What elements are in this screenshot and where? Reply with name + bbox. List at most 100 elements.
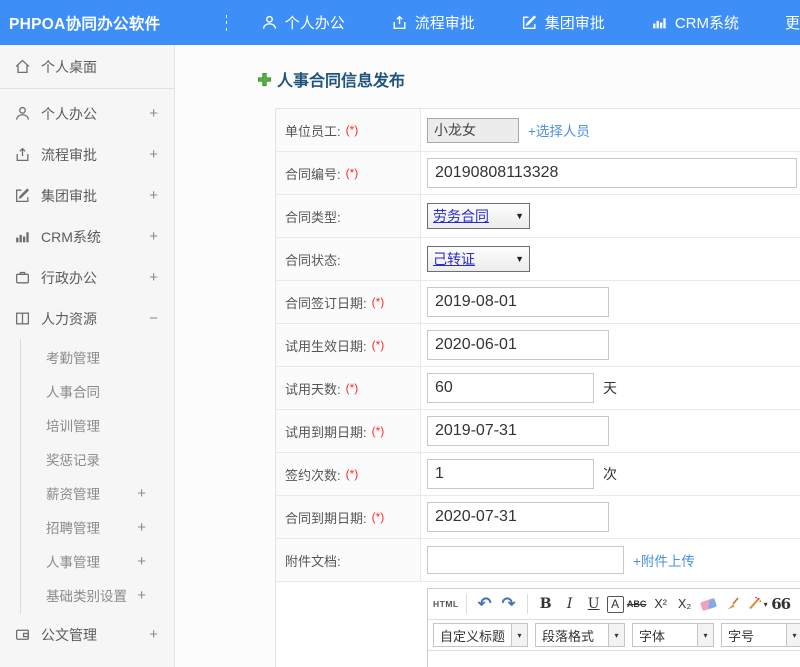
- undo-icon[interactable]: ↶: [474, 592, 496, 616]
- bold-button[interactable]: B: [535, 592, 557, 616]
- field-label: 单位员工:: [285, 121, 341, 140]
- sidebar-item-personal-office[interactable]: 个人办公 +: [0, 93, 174, 134]
- sidebar-item-group-approval[interactable]: 集团审批 +: [0, 175, 174, 216]
- contract-number-input[interactable]: [427, 158, 797, 188]
- subscript-button[interactable]: X₂: [674, 592, 696, 616]
- strikethrough-button[interactable]: ABC: [626, 592, 648, 616]
- chevron-down-icon: ▾: [511, 624, 527, 646]
- eraser-icon[interactable]: [698, 592, 720, 616]
- select-person-link[interactable]: +选择人员: [528, 120, 590, 140]
- expand-icon[interactable]: +: [149, 626, 158, 643]
- sidebar-item-salary[interactable]: 薪资管理+: [21, 476, 174, 510]
- chart-icon: [651, 14, 668, 31]
- main-content: 人事合同信息发布 单位员工: (*) +选择人员 合同编号: (*) 合同类型: 劳…: [175, 45, 800, 667]
- form-row: 试用生效日期:(*): [276, 324, 800, 367]
- chart-icon: [14, 228, 31, 245]
- chevron-down-icon: ▾: [697, 624, 713, 646]
- sidebar-item-personnel-contract[interactable]: 人事合同: [21, 374, 174, 408]
- sidebar-item-personal-desktop[interactable]: 个人桌面: [0, 45, 174, 89]
- sidebar-item-training[interactable]: 培训管理: [21, 408, 174, 442]
- form-row: 合同类型: 劳务合同 ▼: [276, 195, 800, 238]
- sign-count-input[interactable]: [427, 459, 594, 489]
- nav-group-approval[interactable]: 集团审批: [521, 12, 605, 33]
- trial-start-date-input[interactable]: [427, 330, 609, 360]
- sidebar-item-recruitment[interactable]: 招聘管理+: [21, 510, 174, 544]
- expand-icon[interactable]: +: [137, 485, 146, 502]
- contract-form: 单位员工: (*) +选择人员 合同编号: (*) 合同类型: 劳务合同 ▼ 合同状…: [275, 108, 800, 667]
- sidebar-item-vehicle-mgmt[interactable]: 用车管理 +: [0, 655, 174, 667]
- expand-icon[interactable]: +: [149, 228, 158, 245]
- nav-crm-system[interactable]: CRM系统: [651, 12, 739, 33]
- user-icon: [14, 105, 31, 122]
- font-color-button[interactable]: A: [607, 596, 624, 613]
- html-source-button[interactable]: HTML: [433, 592, 459, 616]
- expand-icon[interactable]: +: [137, 587, 146, 604]
- process-icon: [14, 146, 31, 163]
- sidebar-item-process-approval[interactable]: 流程审批 +: [0, 134, 174, 175]
- rich-text-editor: HTML ↶ ↷ B I U A ABC X² X₂: [427, 588, 800, 667]
- form-row: 合同到期日期:(*): [276, 496, 800, 539]
- paragraph-format-select[interactable]: 段落格式▾: [535, 623, 625, 647]
- nav-more[interactable]: 更: [785, 12, 800, 33]
- sidebar: 个人桌面 个人办公 + 流程审批 + 集团审批 + CRM系统 + 行政办公 +…: [0, 45, 175, 667]
- blockquote-button[interactable]: 66: [770, 592, 792, 616]
- sidebar-item-base-category[interactable]: 基础类别设置+: [21, 578, 174, 612]
- editor-content-area[interactable]: [428, 651, 800, 667]
- sidebar-item-rewards[interactable]: 奖惩记录: [21, 442, 174, 476]
- sidebar-item-admin-office[interactable]: 行政办公 +: [0, 257, 174, 298]
- chevron-down-icon: ▼: [515, 254, 524, 264]
- sidebar-item-crm[interactable]: CRM系统 +: [0, 216, 174, 257]
- underline-button[interactable]: U: [583, 592, 605, 616]
- expand-icon[interactable]: +: [149, 105, 158, 122]
- required-mark: (*): [372, 295, 385, 309]
- expand-icon[interactable]: +: [149, 269, 158, 286]
- required-mark: (*): [346, 381, 359, 395]
- sign-date-input[interactable]: [427, 287, 609, 317]
- form-row: 合同状态: 己转证 ▼: [276, 238, 800, 281]
- sidebar-item-hr[interactable]: 人力资源 −: [0, 298, 174, 339]
- field-label: 合同签订日期:: [285, 293, 367, 312]
- required-mark: (*): [346, 467, 359, 481]
- attachment-upload-link[interactable]: +附件上传: [633, 550, 695, 570]
- employee-input[interactable]: [427, 118, 519, 143]
- superscript-button[interactable]: X²: [650, 592, 672, 616]
- expand-icon[interactable]: +: [137, 553, 146, 570]
- magic-format-icon[interactable]: ▾: [746, 592, 768, 616]
- contract-end-date-input[interactable]: [427, 502, 609, 532]
- sidebar-item-attendance[interactable]: 考勤管理: [21, 340, 174, 374]
- contract-status-select[interactable]: 己转证 ▼: [427, 246, 530, 272]
- add-icon: [257, 72, 272, 87]
- custom-title-select[interactable]: 自定义标题▾: [433, 623, 528, 647]
- editor-toolbar-2: 自定义标题▾ 段落格式▾ 字体▾ 字号▾: [428, 620, 800, 651]
- expand-icon[interactable]: +: [137, 519, 146, 536]
- required-mark: (*): [372, 338, 385, 352]
- nav-personal-office[interactable]: 个人办公: [261, 12, 345, 33]
- expand-icon[interactable]: +: [149, 187, 158, 204]
- unit-label: 次: [603, 464, 617, 484]
- nav-process-approval[interactable]: 流程审批: [391, 12, 475, 33]
- required-mark: (*): [372, 424, 385, 438]
- chevron-down-icon: ▾: [764, 600, 768, 609]
- font-family-select[interactable]: 字体▾: [632, 623, 714, 647]
- sidebar-item-personnel-mgmt[interactable]: 人事管理+: [21, 544, 174, 578]
- app-logo: PHPOA协同办公软件: [0, 12, 160, 34]
- collapse-icon[interactable]: −: [149, 310, 158, 327]
- form-row: 试用天数:(*) 天: [276, 367, 800, 410]
- user-icon: [261, 14, 278, 31]
- form-row: 合同签订日期: (*): [276, 281, 800, 324]
- font-size-select[interactable]: 字号▾: [721, 623, 800, 647]
- field-label: 合同到期日期:: [285, 508, 367, 527]
- editor-toolbar-1: HTML ↶ ↷ B I U A ABC X² X₂: [428, 589, 800, 620]
- italic-button[interactable]: I: [559, 592, 581, 616]
- home-icon: [14, 58, 31, 75]
- redo-icon[interactable]: ↷: [498, 592, 520, 616]
- trial-days-input[interactable]: [427, 373, 594, 403]
- page-title-row: 人事合同信息发布: [257, 67, 800, 91]
- sidebar-item-document-mgmt[interactable]: 公文管理 +: [0, 614, 174, 655]
- contract-type-select[interactable]: 劳务合同 ▼: [427, 203, 530, 229]
- field-label: 合同编号:: [285, 164, 341, 183]
- trial-end-date-input[interactable]: [427, 416, 609, 446]
- attachment-input[interactable]: [427, 546, 624, 574]
- expand-icon[interactable]: +: [149, 146, 158, 163]
- clean-format-icon[interactable]: [722, 592, 744, 616]
